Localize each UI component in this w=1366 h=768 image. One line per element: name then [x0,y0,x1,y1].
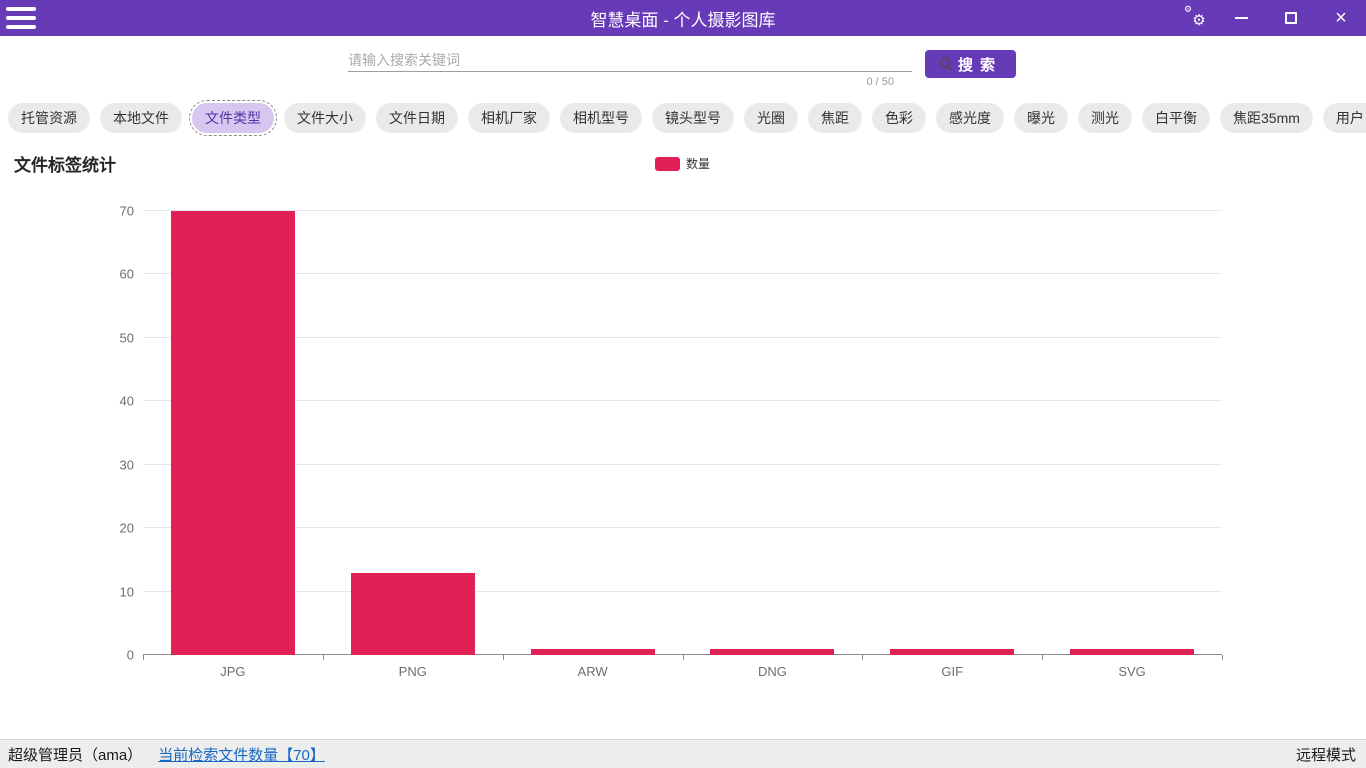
bar-svg[interactable] [1070,649,1194,655]
x-axis-tick [143,655,144,660]
gridline [143,591,1222,592]
filter-chip-row: 托管资源本地文件文件类型文件大小文件日期相机厂家相机型号镜头型号光圈焦距色彩感光… [8,103,1366,133]
bar-gif[interactable] [890,649,1014,655]
x-axis-tick [503,655,504,660]
x-axis-tick [1222,655,1223,660]
filter-chip[interactable]: 感光度 [936,103,1004,133]
char-counter: 0 / 50 [348,76,912,88]
window-controls: ⚙ ⚙ × [1176,0,1366,36]
x-axis-category-label: ARW [578,664,608,679]
x-axis-tick [683,655,684,660]
gridline [143,273,1222,274]
close-button[interactable]: × [1316,0,1366,36]
y-axis-tick-label: 40 [120,394,134,409]
statusbar: 超级管理员（ama） 当前检索文件数量【70】 远程模式 [0,739,1366,768]
filter-chip[interactable]: 曝光 [1014,103,1068,133]
x-axis-tick [323,655,324,660]
y-axis-tick-label: 20 [120,521,134,536]
filter-chip[interactable]: 焦距 [808,103,862,133]
bar-arw[interactable] [531,649,655,655]
x-axis-category-label: DNG [758,664,787,679]
x-axis-tick [862,655,863,660]
window-title: 智慧桌面 - 个人摄影图库 [0,6,1366,31]
search-area: 0 / 50 [348,48,912,88]
x-axis-tick [1042,655,1043,660]
gridline [143,464,1222,465]
filter-chip[interactable]: 测光 [1078,103,1132,133]
x-axis-category-label: GIF [941,664,963,679]
x-axis-category-label: PNG [399,664,427,679]
x-axis-category-label: JPG [220,664,245,679]
filter-chip[interactable]: 光圈 [744,103,798,133]
search-icon [939,57,953,71]
y-axis-tick-label: 50 [120,330,134,345]
filter-chip[interactable]: 焦距35mm [1220,103,1313,133]
filter-chip[interactable]: 白平衡 [1142,103,1210,133]
gridline [143,337,1222,338]
current-user-label: 超级管理员（ama） [8,744,142,765]
filter-chip[interactable]: 文件日期 [376,103,458,133]
filter-chip[interactable]: 用户自定义 [1323,103,1366,133]
gridline [143,210,1222,211]
legend-item[interactable]: 数量 [655,155,710,172]
minimize-button[interactable] [1216,0,1266,36]
settings-gears-icon[interactable]: ⚙ ⚙ [1176,0,1216,36]
app-window: 智慧桌面 - 个人摄影图库 ⚙ ⚙ × 0 / 50 搜索 托管资源本地文件文件… [0,0,1366,768]
y-axis-tick-label: 30 [120,457,134,472]
filter-chip[interactable]: 本地文件 [100,103,182,133]
filter-chip[interactable]: 镜头型号 [652,103,734,133]
plot-area: 010203040506070JPGPNGARWDNGGIFSVG [143,211,1222,655]
maximize-button[interactable] [1266,0,1316,36]
legend-label: 数量 [686,155,710,172]
search-result-count-link[interactable]: 当前检索文件数量【70】 [158,744,325,765]
x-axis-category-label: SVG [1118,664,1145,679]
y-axis-tick-label: 70 [120,204,134,219]
bar-dng[interactable] [710,649,834,655]
filter-chip[interactable]: 色彩 [872,103,926,133]
remote-mode-label: 远程模式 [1296,744,1366,765]
bar-jpg[interactable] [171,211,295,655]
gridline [143,527,1222,528]
y-axis-tick-label: 0 [127,648,134,663]
filter-chip[interactable]: 文件类型 [192,103,274,133]
gridline [143,400,1222,401]
filter-chip[interactable]: 文件大小 [284,103,366,133]
y-axis-tick-label: 10 [120,584,134,599]
legend-swatch [655,157,680,171]
filter-chip[interactable]: 相机厂家 [468,103,550,133]
titlebar: 智慧桌面 - 个人摄影图库 ⚙ ⚙ × [0,0,1366,36]
bar-png[interactable] [351,573,475,655]
filter-chip[interactable]: 相机型号 [560,103,642,133]
chart-title: 文件标签统计 [14,151,116,176]
search-button[interactable]: 搜索 [925,50,1016,78]
filter-chip[interactable]: 托管资源 [8,103,90,133]
menu-icon[interactable] [6,7,36,29]
y-axis-tick-label: 60 [120,267,134,282]
search-button-label: 搜索 [958,54,1002,75]
search-input[interactable] [348,48,912,72]
